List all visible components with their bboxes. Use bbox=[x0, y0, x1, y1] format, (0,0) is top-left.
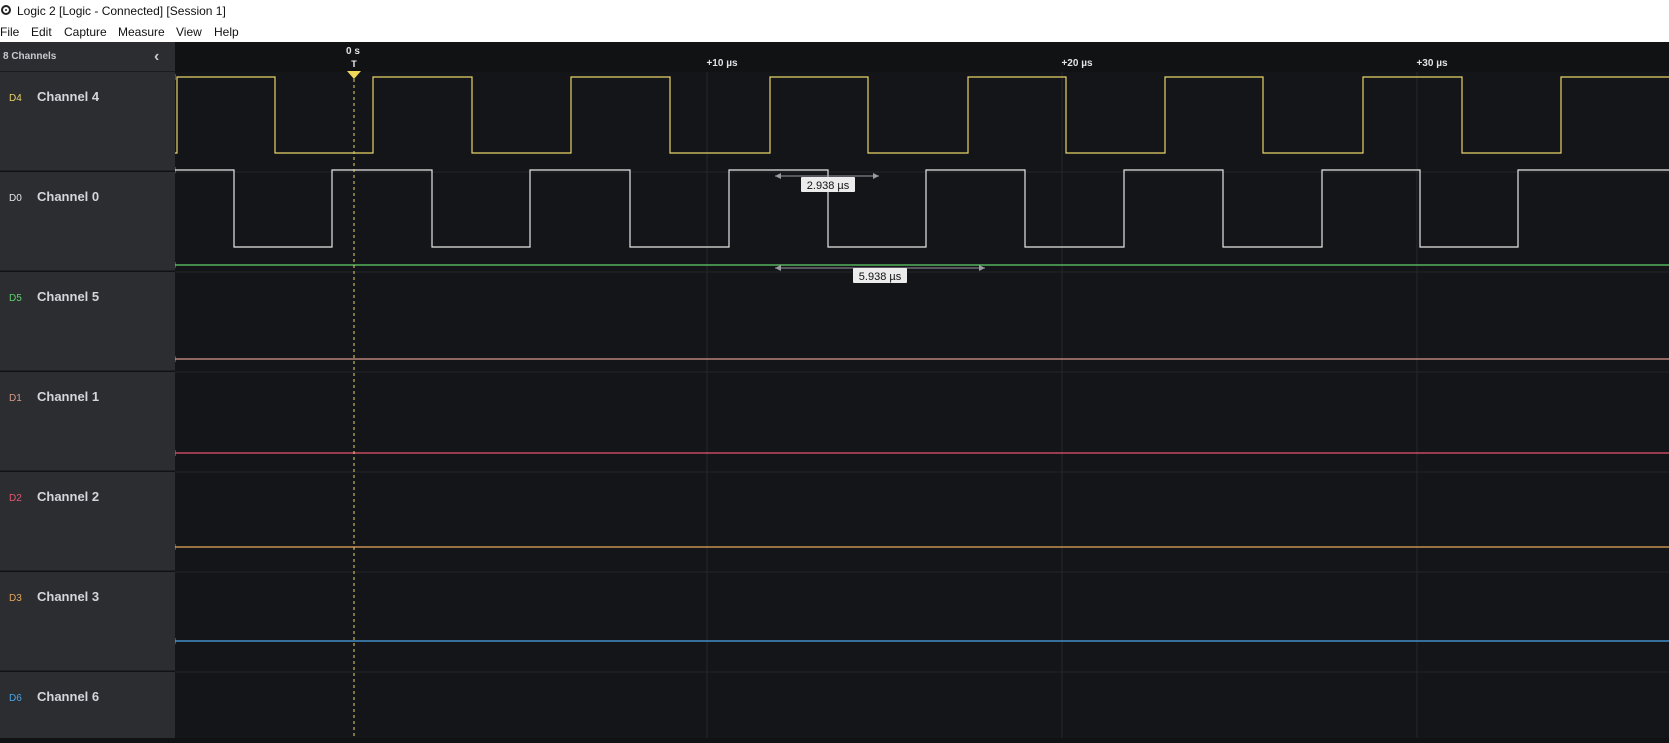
menu-capture[interactable]: Capture bbox=[64, 25, 107, 39]
channel-row-d5[interactable]: D5 Channel 5 bbox=[0, 272, 175, 371]
pulse-width-value: 2.938 µs bbox=[807, 180, 850, 192]
menu-view[interactable]: View bbox=[176, 25, 202, 39]
channel-code: D4 bbox=[9, 93, 22, 104]
channel-row-d3[interactable]: D3 Channel 3 bbox=[0, 572, 175, 671]
menu-measure[interactable]: Measure bbox=[118, 25, 165, 39]
menu-file[interactable]: File bbox=[0, 25, 19, 39]
channel-row-d0[interactable]: D0 Channel 0 bbox=[0, 172, 175, 271]
tick-label-20us: +20 µs bbox=[1061, 58, 1093, 69]
channel-code: D3 bbox=[9, 593, 22, 604]
channel-name: Channel 5 bbox=[37, 289, 100, 304]
channel-row-d2[interactable]: D2 Channel 2 bbox=[0, 472, 175, 571]
channel-code: D5 bbox=[9, 293, 22, 304]
channel-name: Channel 2 bbox=[37, 489, 100, 504]
channel-name: Channel 3 bbox=[37, 589, 100, 604]
channel-code: D0 bbox=[9, 193, 22, 204]
channel-code: D6 bbox=[9, 693, 22, 704]
menu-bar: File Edit Capture Measure View Help bbox=[0, 22, 1669, 42]
channel-row-d1[interactable]: D1 Channel 1 bbox=[0, 372, 175, 471]
row-backgrounds bbox=[175, 72, 1669, 738]
app-logo-icon bbox=[1, 5, 11, 15]
menu-help[interactable]: Help bbox=[214, 25, 239, 39]
channels-header: 8 Channels ‹ bbox=[0, 42, 175, 72]
origin-time-label: 0 s bbox=[346, 46, 360, 57]
channel-name: Channel 6 bbox=[37, 689, 100, 704]
channel-name: Channel 0 bbox=[37, 189, 100, 204]
menu-edit[interactable]: Edit bbox=[31, 25, 52, 39]
title-bar: Logic 2 [Logic - Connected] [Session 1] bbox=[0, 0, 1669, 22]
channel-code: D1 bbox=[9, 393, 22, 404]
tick-label-30us: +30 µs bbox=[1416, 58, 1448, 69]
waveform-view[interactable]: 0 s +10 µs +20 µs +30 µs T HLHLHLHLHLHLH… bbox=[170, 42, 1669, 738]
channel-code: D2 bbox=[9, 493, 22, 504]
channel-row-d4[interactable]: D4 Channel 4 bbox=[0, 72, 175, 171]
trigger-label: T bbox=[351, 59, 357, 69]
period-value: 5.938 µs bbox=[859, 271, 902, 283]
channel-name: Channel 1 bbox=[37, 389, 100, 404]
channel-row-d6[interactable]: D6 Channel 6 bbox=[0, 672, 175, 738]
channel-name: Channel 4 bbox=[37, 89, 100, 104]
collapse-sidebar-icon[interactable]: ‹ bbox=[154, 48, 159, 66]
channel-count: 8 Channels bbox=[3, 51, 57, 62]
tick-label-10us: +10 µs bbox=[706, 58, 738, 69]
window-title: Logic 2 [Logic - Connected] [Session 1] bbox=[17, 4, 226, 18]
